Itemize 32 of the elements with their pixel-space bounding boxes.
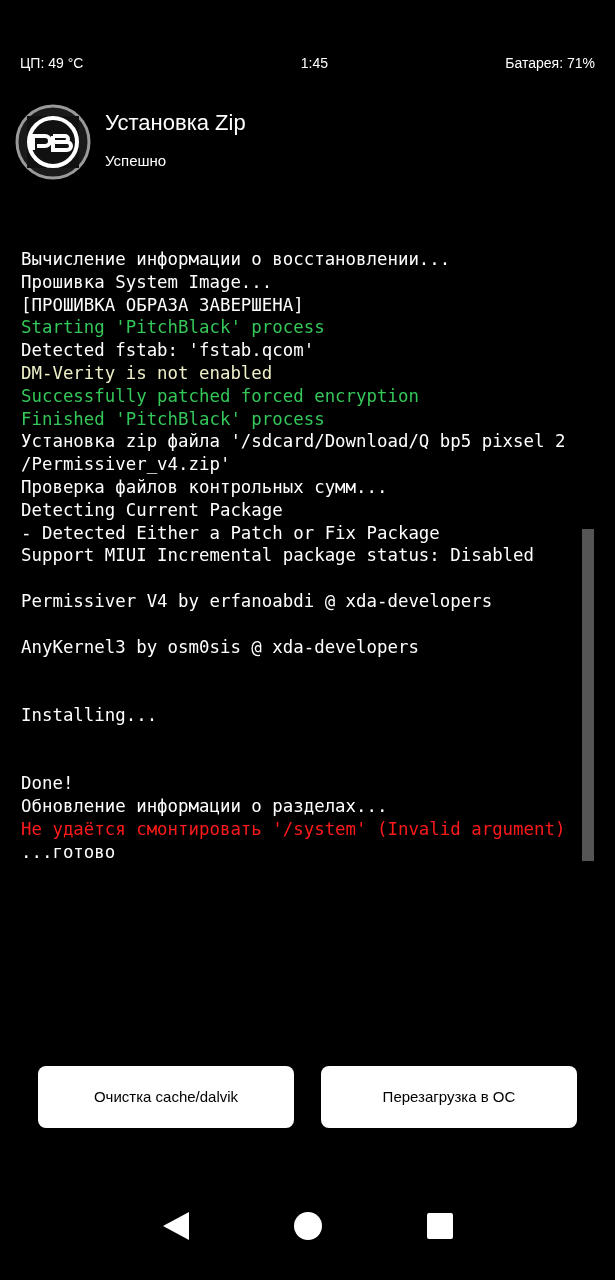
page-title: Установка Zip (105, 108, 246, 137)
log-line: Finished 'PitchBlack' process (21, 407, 325, 431)
log-line: Successfully patched forced encryption (21, 384, 419, 408)
log-line: Starting 'PitchBlack' process (21, 316, 325, 340)
log-line: Done! (21, 772, 74, 796)
back-icon[interactable] (162, 1212, 189, 1240)
recents-icon[interactable] (426, 1213, 453, 1239)
clock: 1:45 (300, 54, 328, 73)
log-line: Detecting Current Package (21, 498, 283, 522)
log-line: Installing... (21, 703, 158, 727)
log-line: Прошивка System Image... (21, 270, 273, 294)
log-line: Permissiver V4 by erfanoabdi @ xda-developers (21, 589, 493, 613)
status-subtitle: Успешно (105, 150, 168, 171)
log-line: AnyKernel3 by osm0sis @ xda-developers (21, 635, 419, 659)
log-line: Support MIUI Incremental package status: Disabled (21, 544, 535, 568)
log-line: Вычисление информации о восстановлении... (21, 248, 451, 271)
action-button[interactable]: Перезагрузка в ОС (321, 1066, 577, 1128)
log-line: - Detected Either a Patch or Fix Package (21, 521, 440, 545)
logo-icon (15, 104, 91, 180)
home-icon[interactable] (293, 1212, 322, 1240)
cpu-temperature: ЦП: 49 °C (20, 54, 84, 73)
log-line: /Permissiver_v4.zip' (21, 453, 231, 476)
log-line: Не удаётся смонтировать '/system' (Invalid argument) (21, 817, 566, 841)
log-line: Проверка файлов контрольных сумм... (21, 475, 388, 499)
log-line: Обновление информации о разделах... (21, 795, 388, 818)
battery-level: Батарея: 71% (505, 54, 595, 73)
action-button[interactable]: Очистка cache/dalvik (38, 1066, 294, 1128)
log-line: DM-Verity is not enabled (21, 362, 273, 385)
log-line: [ПРОШИВКА ОБРАЗА ЗАВЕРШЕНА] (21, 293, 304, 317)
log-line: Detected fstab: 'fstab.qcom' (21, 339, 315, 362)
log-line: Установка zip файла '/sdcard/Download/Q bp5 pixsel 2 (21, 430, 566, 454)
log-line: ...готово (21, 840, 116, 864)
